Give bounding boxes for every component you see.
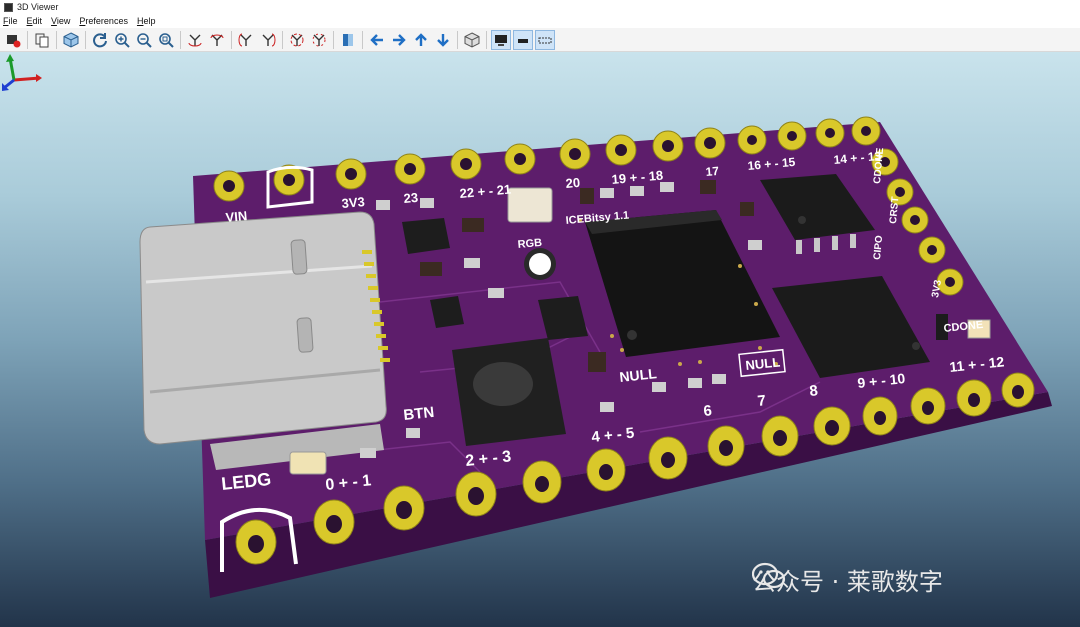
label-6: 6 xyxy=(703,402,713,420)
toolbar-separator xyxy=(27,30,28,49)
render-mode-1-button[interactable] xyxy=(491,29,511,50)
render-mode-2-button[interactable] xyxy=(513,29,533,50)
label-20: 20 xyxy=(565,175,581,191)
toolbar-separator xyxy=(457,30,458,49)
rotate-z-icon xyxy=(312,33,326,46)
rotate-x-ccw-button[interactable] xyxy=(207,30,227,50)
usb-c-connector xyxy=(139,211,387,470)
label-7: 7 xyxy=(757,392,767,410)
toolbar-separator xyxy=(85,30,86,49)
pcb-render: VIN 3V3 23 22 + - 21 20 19 + - 18 17 16 … xyxy=(139,116,1052,598)
board-flat-icon xyxy=(518,38,528,43)
cube-outline-icon xyxy=(464,31,480,48)
app-icon xyxy=(4,2,13,12)
arrow-down-icon xyxy=(437,33,449,47)
pan-left-button[interactable] xyxy=(367,30,387,50)
toolbar-separator xyxy=(362,30,363,49)
label-vin: VIN xyxy=(225,208,248,225)
label-rgb: RGB xyxy=(517,237,542,251)
menu-help[interactable]: Help xyxy=(137,16,156,26)
label-cipo: CIPO xyxy=(872,235,885,261)
label-23: 23 xyxy=(403,190,419,206)
copy-image-button[interactable] xyxy=(32,30,52,50)
pan-down-button[interactable] xyxy=(433,30,453,50)
rotate-y-icon xyxy=(238,33,252,46)
3d-viewport[interactable]: VIN 3V3 23 22 + - 21 20 19 + - 18 17 16 … xyxy=(0,52,1080,627)
board-dotted-icon xyxy=(538,37,552,43)
zoom-fit-button[interactable] xyxy=(156,30,176,50)
refresh-button[interactable] xyxy=(90,30,110,50)
toolbar-separator xyxy=(282,30,283,49)
label-3v3: 3V3 xyxy=(341,194,365,211)
axis-gizmo-icon xyxy=(2,54,42,91)
toolbar-separator xyxy=(486,30,487,49)
arrow-left-icon xyxy=(370,33,383,46)
zoom-in-button[interactable] xyxy=(112,30,132,50)
arrow-up-icon xyxy=(415,32,427,46)
menu-file[interactable]: File xyxy=(3,16,18,26)
rotate-z-icon xyxy=(290,33,304,46)
ortho-toggle-button[interactable] xyxy=(462,30,482,50)
reload-board-button[interactable] xyxy=(3,30,23,50)
menu-bar: File Edit View Preferences Help xyxy=(0,14,1080,28)
rotate-y-icon xyxy=(262,33,276,46)
pan-right-button[interactable] xyxy=(389,30,409,50)
rotate-z-ccw-button[interactable] xyxy=(309,30,329,50)
toolbar xyxy=(0,28,1080,52)
zoom-in-icon xyxy=(115,32,130,48)
render-mode-3-button[interactable] xyxy=(535,29,555,50)
refresh-icon xyxy=(93,32,107,47)
cube-icon xyxy=(63,31,79,48)
label-8: 8 xyxy=(809,382,819,400)
zoom-out-button[interactable] xyxy=(134,30,154,50)
rotate-x-icon xyxy=(188,34,202,46)
menu-view[interactable]: View xyxy=(51,16,70,26)
rotate-y-ccw-button[interactable] xyxy=(258,30,278,50)
toolbar-separator xyxy=(231,30,232,49)
wechat-icon xyxy=(752,562,786,589)
arrow-right-icon xyxy=(393,33,406,46)
window-titlebar: 3D Viewer xyxy=(0,0,1080,14)
flip-board-button[interactable] xyxy=(338,30,358,50)
zoom-fit-icon xyxy=(159,32,174,48)
watermark: 公众号 · 莱歌数字 xyxy=(752,562,943,597)
toolbar-separator xyxy=(333,30,334,49)
label-btn: BTN xyxy=(403,404,435,424)
rotate-z-cw-button[interactable] xyxy=(287,30,307,50)
toolbar-separator xyxy=(56,30,57,49)
rotate-x-cw-button[interactable] xyxy=(185,30,205,50)
label-17: 17 xyxy=(705,164,720,179)
window-title: 3D Viewer xyxy=(17,2,59,12)
copy-icon xyxy=(35,33,49,47)
zoom-out-icon xyxy=(137,32,152,48)
pan-up-button[interactable] xyxy=(411,30,431,50)
rotate-x-icon xyxy=(210,34,224,46)
monitor-icon xyxy=(495,34,507,46)
toolbar-separator xyxy=(180,30,181,49)
flip-board-icon xyxy=(343,33,353,46)
menu-preferences[interactable]: Preferences xyxy=(79,16,128,26)
menu-edit[interactable]: Edit xyxy=(27,16,43,26)
rotate-y-cw-button[interactable] xyxy=(236,30,256,50)
view-3d-button[interactable] xyxy=(61,30,81,50)
reload-board-icon xyxy=(7,34,21,47)
